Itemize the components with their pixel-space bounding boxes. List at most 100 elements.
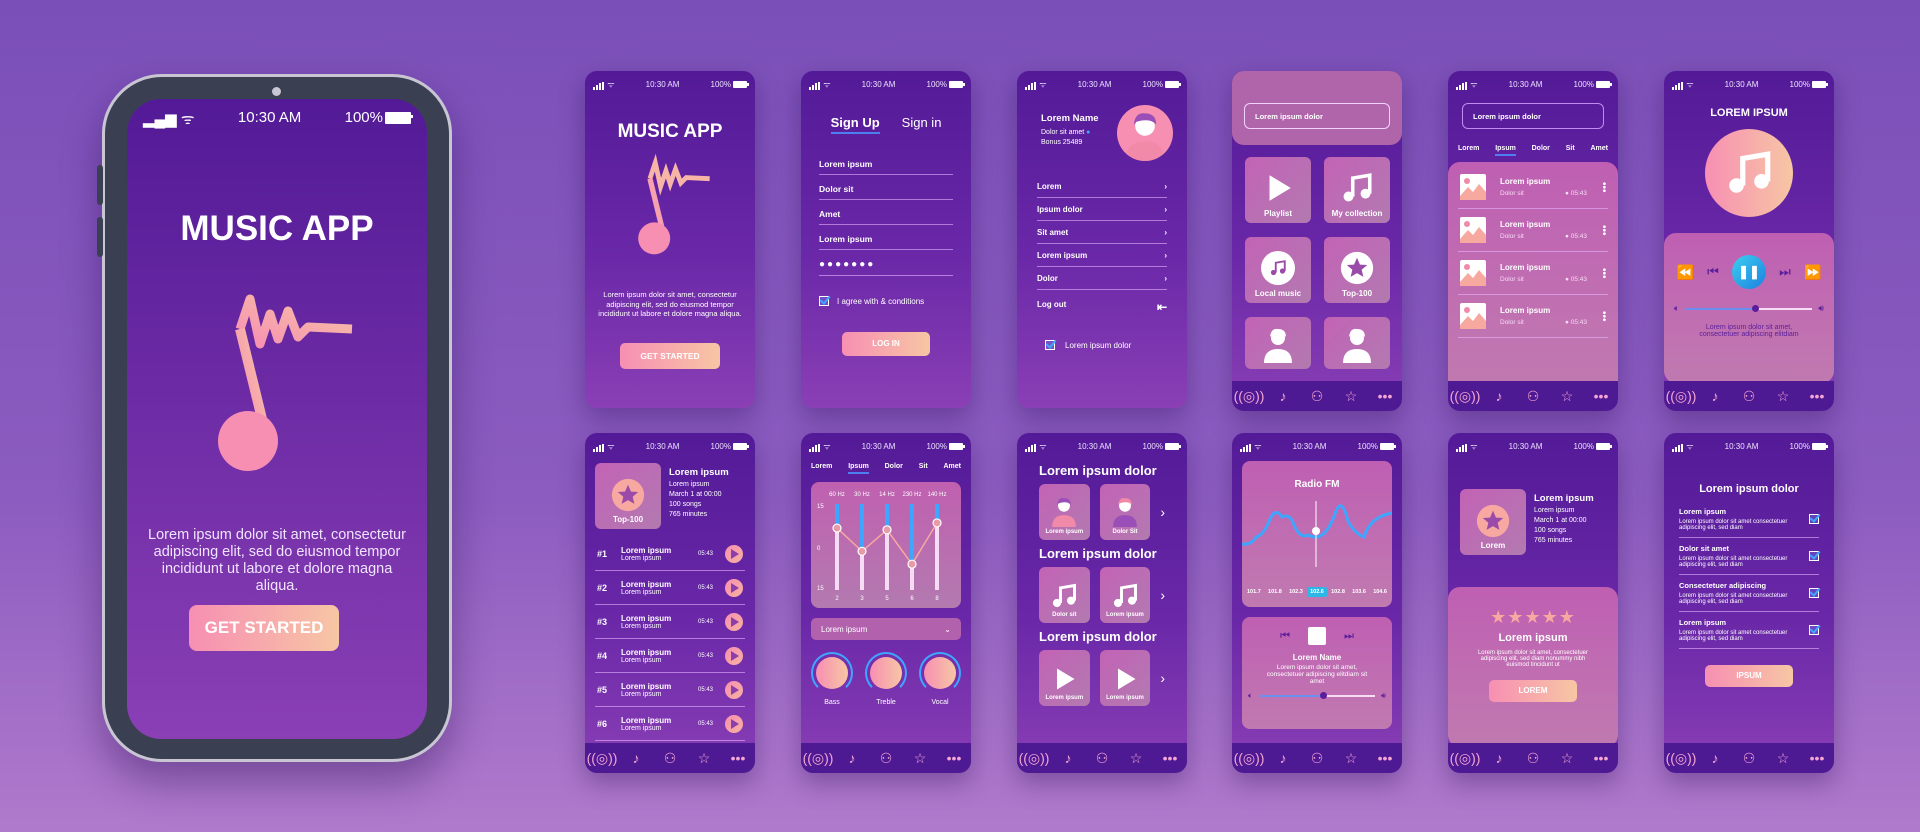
more-icon[interactable]: ••• <box>1805 384 1829 408</box>
star-rating[interactable]: ★★★★★ <box>1448 607 1618 628</box>
tab[interactable]: Dolor <box>885 463 903 474</box>
knob[interactable]: Vocal <box>919 652 961 706</box>
radio-icon[interactable]: ((◎)) <box>803 746 834 770</box>
tab-sign-up[interactable]: Sign Up <box>830 115 880 134</box>
library-tile[interactable]: Playlist <box>1245 157 1311 223</box>
setting-checkbox[interactable] <box>1809 551 1819 561</box>
user-icon[interactable]: ⚇ <box>1521 384 1545 408</box>
radio-icon[interactable]: ((◎)) <box>587 746 618 770</box>
stop-button[interactable] <box>1308 627 1326 645</box>
setting-checkbox[interactable] <box>1809 625 1819 635</box>
radio-icon[interactable]: ((◎)) <box>1666 384 1697 408</box>
preset-dropdown[interactable]: Lorem ipsum ⌄ <box>811 618 961 640</box>
album-tile[interactable]: Lorem <box>1460 489 1526 555</box>
track-item[interactable]: Lorem ipsum Dolor sit ● 05:43 ••• <box>1458 295 1609 338</box>
tab[interactable]: Lorem <box>1458 145 1479 156</box>
user-icon[interactable]: ⚇ <box>658 746 682 770</box>
log-out-button[interactable]: Log out ⇤ <box>1037 290 1167 324</box>
profile-menu-item[interactable]: Lorem › <box>1037 175 1167 198</box>
more-vertical-icon[interactable]: ••• <box>1598 225 1609 236</box>
signup-field[interactable]: Dolor sit <box>819 179 953 200</box>
user-icon[interactable]: ⚇ <box>1521 746 1545 770</box>
radio-icon[interactable]: ((◎)) <box>1450 746 1481 770</box>
music-note-icon[interactable]: ♪ <box>1271 384 1295 408</box>
user-icon[interactable]: ⚇ <box>1305 384 1329 408</box>
music-note-icon[interactable]: ♪ <box>1703 746 1727 770</box>
library-tile[interactable]: Top-100 <box>1324 237 1390 303</box>
volume-slider[interactable] <box>1258 692 1375 699</box>
browse-tile[interactable]: Lorem ipsum <box>1039 650 1090 706</box>
music-note-icon[interactable]: ♪ <box>840 746 864 770</box>
tab-sign-in[interactable]: Sign in <box>902 115 942 134</box>
frequency[interactable]: 101.8 <box>1265 587 1285 597</box>
track-item[interactable]: Lorem ipsum Dolor sit ● 05:43 ••• <box>1458 166 1609 209</box>
tab[interactable]: Amet <box>943 463 961 474</box>
skip-forward-icon[interactable]: ⏭ <box>1344 630 1354 643</box>
radio-icon[interactable]: ((◎)) <box>1450 384 1481 408</box>
settings-item[interactable]: Lorem ipsum Lorem ipsum dolor sit amet co… <box>1679 501 1819 538</box>
more-icon[interactable]: ••• <box>1589 746 1613 770</box>
skip-forward-icon[interactable]: ⏭ <box>1779 264 1791 280</box>
volume-slider[interactable] <box>1685 304 1813 312</box>
star-icon[interactable]: ☆ <box>1339 746 1363 770</box>
more-icon[interactable]: ••• <box>942 746 966 770</box>
chart-track-item[interactable]: #1 Lorem ipsum Lorem ipsum 05:43 <box>595 537 745 571</box>
music-note-icon[interactable]: ♪ <box>1056 746 1080 770</box>
chart-track-item[interactable]: #3 Lorem ipsum Lorem ipsum 05:43 <box>595 605 745 639</box>
log-in-button[interactable]: LOG IN <box>842 332 930 356</box>
band-handle[interactable] <box>932 518 942 528</box>
browse-tile[interactable]: Lorem ipsum <box>1039 484 1090 540</box>
play-button[interactable] <box>725 578 743 597</box>
top100-tile[interactable]: Top-100 <box>595 463 661 529</box>
music-note-icon[interactable]: ♪ <box>624 746 648 770</box>
browse-tile[interactable]: Dolor Sit <box>1099 484 1151 540</box>
chart-track-item[interactable]: #4 Lorem ipsum Lorem ipsum 05:43 <box>595 639 745 673</box>
profile-menu-item[interactable]: Ipsum dolor › <box>1037 198 1167 221</box>
chevron-right-icon[interactable]: › <box>1160 587 1165 603</box>
lorem-button[interactable]: LOREM <box>1489 680 1577 702</box>
get-started-button[interactable]: GET STARTED <box>620 342 720 369</box>
chevron-right-icon[interactable]: › <box>1160 670 1165 686</box>
search-input[interactable]: Lorem ipsum dolor <box>1244 103 1390 129</box>
get-started-button[interactable]: GET STARTED <box>189 605 339 651</box>
signup-field[interactable]: Lorem ipsum <box>819 154 953 175</box>
profile-menu-item[interactable]: Lorem ipsum › <box>1037 244 1167 267</box>
music-note-icon[interactable]: ♪ <box>1271 746 1295 770</box>
tab[interactable]: Amet <box>1590 145 1608 156</box>
play-button[interactable] <box>725 544 743 563</box>
avatar[interactable] <box>1117 105 1173 161</box>
chart-track-item[interactable]: #5 Lorem ipsum Lorem ipsum 05:43 <box>595 673 745 707</box>
play-button[interactable] <box>725 612 743 631</box>
pause-button[interactable]: ❚❚ <box>1731 255 1766 289</box>
music-note-icon[interactable]: ♪ <box>1487 746 1511 770</box>
star-icon[interactable]: ☆ <box>908 746 932 770</box>
password-field[interactable]: ●●●●●●● <box>819 254 953 276</box>
browse-tile[interactable]: Dolor sit <box>1039 567 1090 623</box>
chevron-right-icon[interactable]: › <box>1160 504 1165 520</box>
more-vertical-icon[interactable]: ••• <box>1598 182 1609 193</box>
more-icon[interactable]: ••• <box>1373 746 1397 770</box>
music-note-icon[interactable]: ♪ <box>1703 384 1727 408</box>
frequency[interactable]: 103.6 <box>1349 587 1369 597</box>
band-handle[interactable] <box>882 525 892 535</box>
more-vertical-icon[interactable]: ••• <box>1598 311 1609 322</box>
library-tile[interactable] <box>1245 317 1311 369</box>
band-handle[interactable] <box>857 546 867 556</box>
settings-item[interactable]: Lorem ipsum Lorem ipsum dolor sit amet co… <box>1679 612 1819 649</box>
slider-thumb[interactable] <box>1319 692 1327 699</box>
library-tile[interactable] <box>1324 317 1390 369</box>
band-handle[interactable] <box>907 559 917 569</box>
star-icon[interactable]: ☆ <box>1555 384 1579 408</box>
skip-back-icon[interactable]: ⏮ <box>1707 264 1719 280</box>
tab[interactable]: Ipsum <box>1495 145 1516 156</box>
fast-forward-icon[interactable]: ⏩ <box>1804 264 1821 281</box>
knob[interactable]: Bass <box>811 652 853 706</box>
user-icon[interactable]: ⚇ <box>1737 384 1761 408</box>
frequency[interactable]: 102.6 <box>1307 587 1327 597</box>
setting-checkbox[interactable] <box>1809 514 1819 524</box>
library-tile[interactable]: Local music <box>1245 237 1311 303</box>
radio-icon[interactable]: ((◎)) <box>1666 746 1697 770</box>
star-icon[interactable]: ☆ <box>1124 746 1148 770</box>
browse-tile[interactable]: Lorem ipsum <box>1099 650 1151 706</box>
tab[interactable]: Ipsum <box>848 463 869 474</box>
